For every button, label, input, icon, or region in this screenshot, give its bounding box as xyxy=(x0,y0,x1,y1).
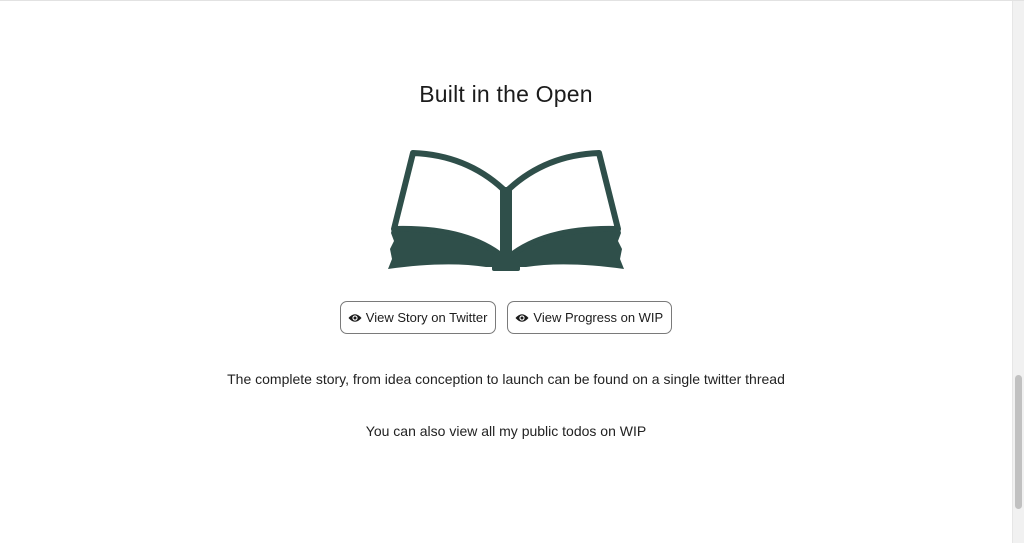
browser-viewport: Built in the Open View Story on Twitter … xyxy=(0,0,1024,543)
view-progress-wip-label: View Progress on WIP xyxy=(533,310,664,325)
view-progress-wip-button[interactable]: View Progress on WIP xyxy=(507,301,673,334)
action-buttons: View Story on Twitter View Progress on W… xyxy=(0,301,1012,334)
eye-icon xyxy=(515,313,529,322)
view-story-twitter-button[interactable]: View Story on Twitter xyxy=(339,301,497,334)
vertical-scrollbar[interactable] xyxy=(1012,1,1024,543)
eye-icon xyxy=(348,313,362,322)
section-title: Built in the Open xyxy=(419,81,593,107)
todos-description: You can also view all my public todos on… xyxy=(365,423,647,439)
view-story-twitter-label: View Story on Twitter xyxy=(365,310,488,325)
scrollbar-thumb[interactable] xyxy=(1015,375,1022,509)
built-in-the-open-section: Built in the Open View Story on Twitter … xyxy=(0,1,1012,543)
story-description: The complete story, from idea conception… xyxy=(227,371,785,387)
open-book-icon xyxy=(388,150,624,271)
